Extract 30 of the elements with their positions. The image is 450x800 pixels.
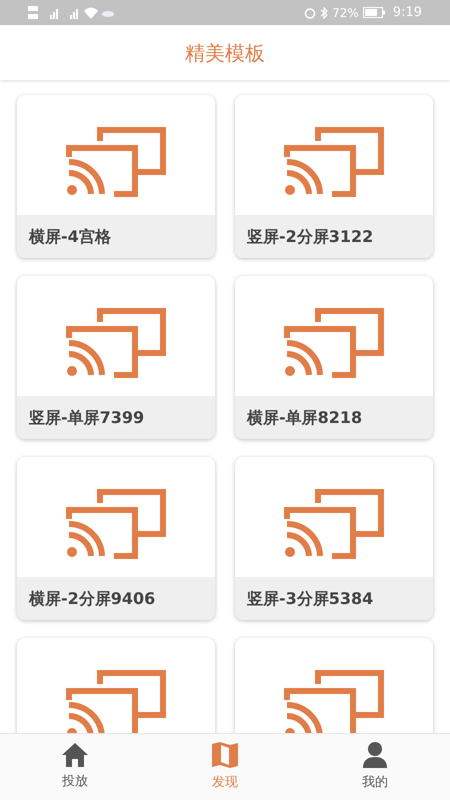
cast-screens-icon [284, 670, 384, 733]
nav-tab[interactable]: 我的 [300, 734, 450, 800]
template-name: 竖屏-单屏7399 [29, 406, 144, 428]
template-name: 竖屏-3分屏5384 [247, 588, 374, 610]
template-card[interactable]: 横屏-4宫格 [17, 95, 215, 258]
cast-screens-icon [66, 670, 166, 733]
bluetooth-icon [320, 6, 328, 18]
nav-tab[interactable]: 投放 [0, 734, 150, 800]
cast-screens-icon [66, 308, 166, 378]
template-card[interactable]: 横屏-2分屏9406 [17, 457, 215, 620]
template-name: 横屏-2分屏9406 [29, 588, 156, 610]
template-name: 横屏-4宫格 [29, 226, 111, 248]
template-name: 竖屏-2分屏3122 [247, 226, 374, 248]
page-title: 精美模板 [185, 40, 265, 66]
person-icon [362, 741, 388, 770]
home-icon [61, 742, 89, 768]
template-card[interactable]: 竖屏-2分屏3122 [235, 95, 433, 258]
battery-icon [362, 7, 385, 18]
template-card[interactable]: 竖屏-单屏7399 [17, 276, 215, 439]
map-icon [211, 741, 239, 770]
template-name: 横屏-单屏8218 [247, 406, 362, 428]
battery-percent: 72% [332, 4, 359, 22]
cast-screens-icon [66, 127, 166, 197]
cast-screens-icon [66, 489, 166, 559]
template-card[interactable]: 竖屏-3分屏5384 [235, 457, 433, 620]
cast-screens-icon [284, 127, 384, 197]
cast-screens-icon [284, 308, 384, 378]
cast-screens-icon [284, 489, 384, 559]
template-card[interactable]: 横屏-单屏8218 [235, 276, 433, 439]
clock-time: 9:19 [392, 4, 422, 22]
